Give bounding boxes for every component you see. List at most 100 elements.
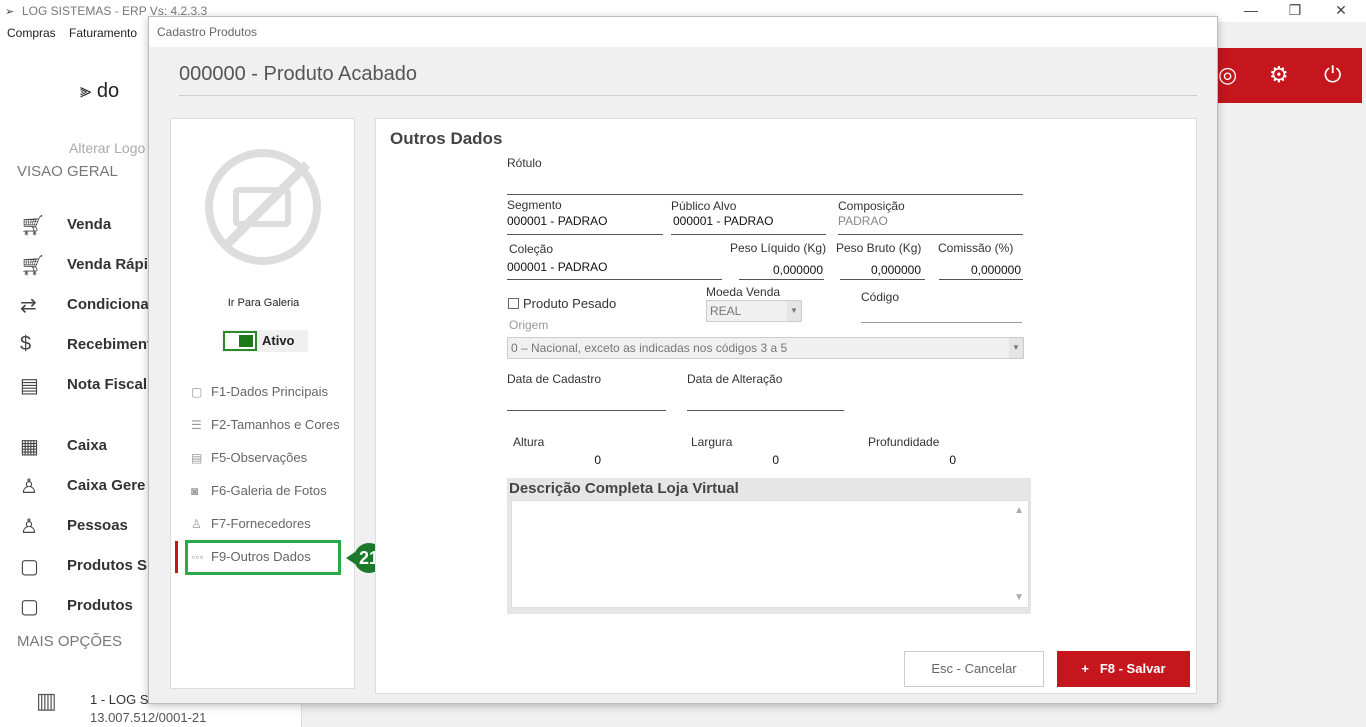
product-left-panel: Ir Para Galeria Ativo ▢ F1-Dados Principa… — [170, 118, 384, 689]
profundidade-label: Profundidade — [868, 435, 940, 449]
rotulo-input[interactable] — [507, 177, 1023, 193]
cancel-button[interactable]: Esc - Cancelar — [904, 651, 1044, 687]
menu-f1-dados-principais[interactable]: ▢ F1-Dados Principais — [191, 384, 328, 399]
codigo-input[interactable] — [861, 322, 1022, 323]
menu-compras[interactable]: Compras — [7, 26, 56, 40]
building-icon: ▥ — [36, 688, 57, 713]
box-icon: ▢ — [20, 596, 39, 618]
peso-liquido-input[interactable]: 0,000000 — [739, 263, 823, 277]
comissao-input[interactable]: 0,000000 — [939, 263, 1021, 277]
plus-icon: + — [1081, 661, 1089, 676]
nfe-icon: ▤ — [20, 375, 39, 397]
brand-logo: ⫸ do — [80, 80, 119, 103]
publico-alvo-underline — [671, 234, 826, 235]
save-label: F8 - Salvar — [1099, 661, 1166, 676]
list-icon: ☰ — [191, 418, 202, 432]
menu-f2-tamanhos-cores[interactable]: ☰ F2-Tamanhos e Cores — [191, 417, 340, 432]
person-list-icon: ♙ — [20, 516, 38, 538]
menu-f6-galeria-fotos[interactable]: ◙ F6-Galeria de Fotos — [191, 483, 327, 498]
brand-swoosh-icon: ⫸ — [80, 80, 97, 102]
power-icon[interactable]: ⏻ — [1324, 62, 1341, 88]
restore-button[interactable]: ❐ — [1272, 0, 1318, 22]
rotulo-underline — [507, 194, 1023, 195]
dialog-body: 000000 - Produto Acabado Ir Para Galeria… — [149, 47, 1217, 703]
scroll-down-icon[interactable]: ▼ — [1014, 592, 1024, 603]
moeda-venda-label: Moeda Venda — [706, 285, 781, 299]
publico-alvo-input[interactable]: 000001 - PADRAO — [673, 214, 774, 228]
chevron-down-icon[interactable]: ▼ — [787, 301, 801, 321]
company-cnpj: 13.007.512/0001-21 — [90, 710, 207, 725]
menu-f7-fornecedores[interactable]: ♙ F7-Fornecedores — [191, 516, 311, 531]
comissao-underline — [939, 279, 1023, 280]
section-mais-opcoes: MAIS OPÇÕES — [17, 633, 123, 650]
product-title: 000000 - Produto Acabado — [179, 63, 417, 85]
data-alteracao-label: Data de Alteração — [687, 372, 783, 386]
user-money-icon: ♙ — [20, 476, 38, 498]
no-photo-icon[interactable] — [205, 149, 321, 265]
supplier-icon: ♙ — [191, 517, 202, 531]
profundidade-value[interactable]: 0 — [868, 453, 956, 467]
highlight-box — [185, 540, 341, 575]
cash-register-icon: ▦ — [20, 436, 39, 458]
descricao-textarea[interactable]: ▲ ▼ — [511, 500, 1029, 608]
peso-bruto-underline — [840, 279, 925, 280]
composicao-input[interactable]: PADRAO — [838, 214, 888, 228]
menu-faturamento[interactable]: Faturamento — [69, 26, 137, 40]
data-cadastro-label: Data de Cadastro — [507, 372, 602, 386]
camera-icon: ◙ — [191, 484, 199, 498]
alterar-logo-link[interactable]: Alterar Logo — [69, 140, 145, 156]
origem-select[interactable]: 0 – Nacional, exceto as indicadas nos có… — [507, 337, 1024, 359]
status-label: Ativo — [262, 333, 295, 348]
chevron-down-icon[interactable]: ▼ — [1009, 338, 1023, 358]
scroll-up-icon[interactable]: ▲ — [1014, 505, 1024, 516]
minimize-button[interactable]: — — [1228, 0, 1274, 22]
altura-value[interactable]: 0 — [513, 453, 601, 467]
user-icon[interactable]: ◎ — [1218, 62, 1237, 88]
section-title: Outros Dados — [390, 129, 503, 148]
peso-bruto-input[interactable]: 0,000000 — [840, 263, 921, 277]
close-button[interactable]: ✕ — [1318, 0, 1364, 22]
data-cadastro-input[interactable] — [507, 410, 666, 411]
segmento-label: Segmento — [507, 198, 562, 212]
toggle-knob — [239, 335, 253, 347]
checkbox-box[interactable] — [508, 298, 519, 309]
notes-icon: ▤ — [191, 451, 203, 465]
colecao-input[interactable]: 000001 - PADRAO — [507, 260, 608, 274]
moeda-venda-select[interactable]: REAL ▼ — [706, 300, 802, 322]
menu-f5-observacoes[interactable]: ▤ F5-Observações — [191, 450, 307, 465]
largura-label: Largura — [691, 435, 733, 449]
codigo-label: Código — [861, 290, 900, 304]
doc-icon: ▢ — [191, 385, 203, 399]
dialog-title: Cadastro Produtos — [157, 25, 258, 39]
largura-value[interactable]: 0 — [691, 453, 779, 467]
gear-icon[interactable]: ⚙ — [1269, 62, 1289, 88]
company-name: 1 - LOG S — [90, 692, 149, 707]
descricao-label: Descrição Completa Loja Virtual — [509, 480, 739, 497]
galeria-link[interactable]: Ir Para Galeria — [171, 297, 356, 309]
cart-icon: 🛒︎ — [20, 215, 46, 237]
outros-dados-panel: Outros Dados Rótulo Segmento 000001 - PA… — [375, 118, 1197, 694]
data-alteracao-input[interactable] — [687, 410, 844, 411]
colecao-underline — [507, 279, 722, 280]
save-button[interactable]: + F8 - Salvar — [1057, 651, 1190, 687]
header-action-bar: ◎ ⚙ ⏻ — [1216, 48, 1362, 103]
rotulo-label: Rótulo — [507, 156, 542, 170]
cart-icon: 🛒︎ — [20, 255, 46, 277]
brand-text: do — [96, 80, 120, 102]
app-logo-icon: ➢ — [5, 6, 15, 18]
menubar: Compras Faturamento — [0, 22, 150, 44]
peso-liquido-label: Peso Líquido (Kg) — [730, 241, 827, 255]
toggle-switch[interactable] — [223, 331, 257, 351]
segmento-underline — [507, 234, 663, 235]
colecao-label: Coleção — [509, 242, 554, 256]
active-indicator — [175, 541, 178, 573]
descricao-section: Descrição Completa Loja Virtual ▲ ▼ — [507, 478, 1031, 614]
produto-pesado-checkbox[interactable]: Produto Pesado — [508, 296, 616, 311]
status-toggle[interactable]: Ativo — [222, 330, 308, 352]
altura-label: Altura — [513, 435, 545, 449]
peso-liquido-underline — [739, 279, 824, 280]
comissao-label: Comissão (%) — [938, 241, 1014, 255]
segmento-input[interactable]: 000001 - PADRAO — [507, 214, 608, 228]
money-hand-icon: $ — [20, 333, 32, 355]
publico-alvo-label: Público Alvo — [671, 199, 737, 213]
